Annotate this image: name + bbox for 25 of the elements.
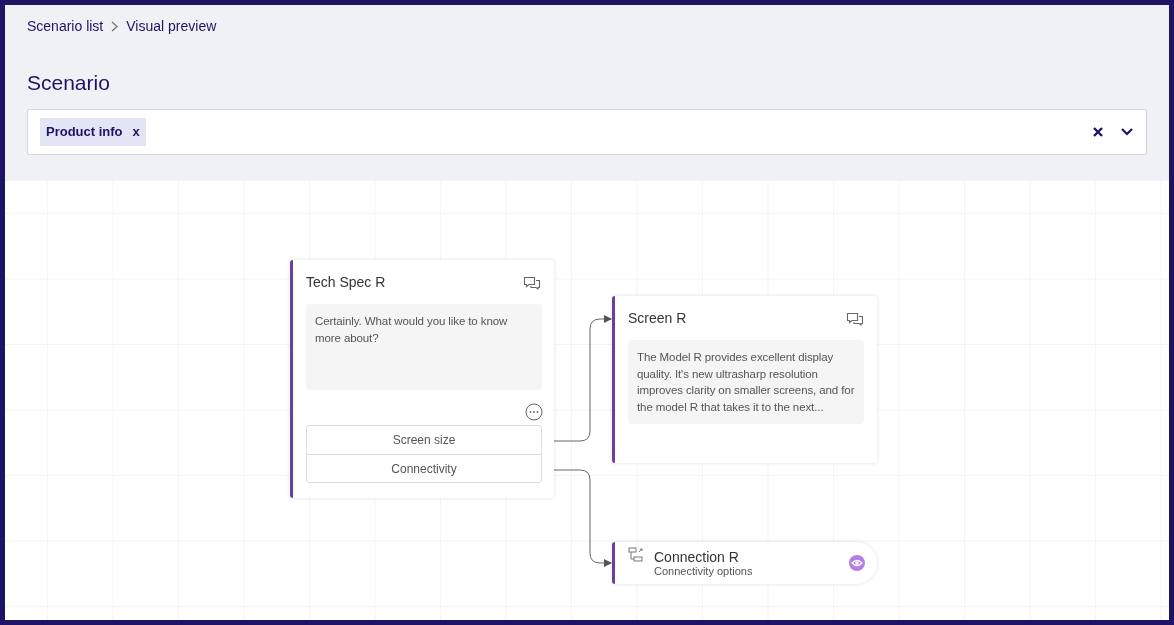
flow-icon xyxy=(628,547,644,563)
chat-bubbles-icon xyxy=(523,275,541,290)
breadcrumb-link[interactable]: Scenario list xyxy=(27,16,104,37)
node-title: Tech Spec R xyxy=(306,273,386,292)
chat-bubbles-icon xyxy=(846,311,864,326)
message-text: Certainly. What would you like to know more about? xyxy=(306,304,542,390)
remove-tag-button[interactable]: x xyxy=(132,121,140,142)
option-button[interactable]: Screen size xyxy=(307,426,541,454)
message-text: The Model R provides excellent display quality. It's new ultrasharp resolution improves clarity on smaller screens, and for the model R that takes it to the next... xyxy=(628,340,864,424)
clear-icon[interactable] xyxy=(1092,125,1104,138)
chevron-right-icon xyxy=(111,21,119,32)
node-title: Connection R xyxy=(654,548,740,565)
node-title: Screen R xyxy=(628,309,687,328)
message-node-card[interactable]: Screen R The Model R provides excellent display quality. It's new ultrasharp resolution improves clarity on smaller screens, and for the model R that takes it to the next... xyxy=(612,296,877,463)
message-node-card[interactable]: Tech Spec R Certainly. What would you like to know more about? Screen size Connectivity xyxy=(290,260,554,498)
tag-label: Product info xyxy=(46,122,123,141)
option-button[interactable]: Connectivity xyxy=(307,454,541,482)
page-title: Scenario xyxy=(27,70,111,96)
chevron-down-icon[interactable] xyxy=(1120,127,1134,136)
breadcrumb-current: Visual preview xyxy=(126,17,217,36)
more-options-icon[interactable] xyxy=(525,403,543,421)
link-node-card[interactable]: Connection R Connectivity options xyxy=(612,542,877,584)
node-subtitle: Connectivity options xyxy=(654,564,754,578)
scenario-select[interactable]: Product info x xyxy=(27,108,1147,155)
eye-icon[interactable] xyxy=(849,555,865,571)
